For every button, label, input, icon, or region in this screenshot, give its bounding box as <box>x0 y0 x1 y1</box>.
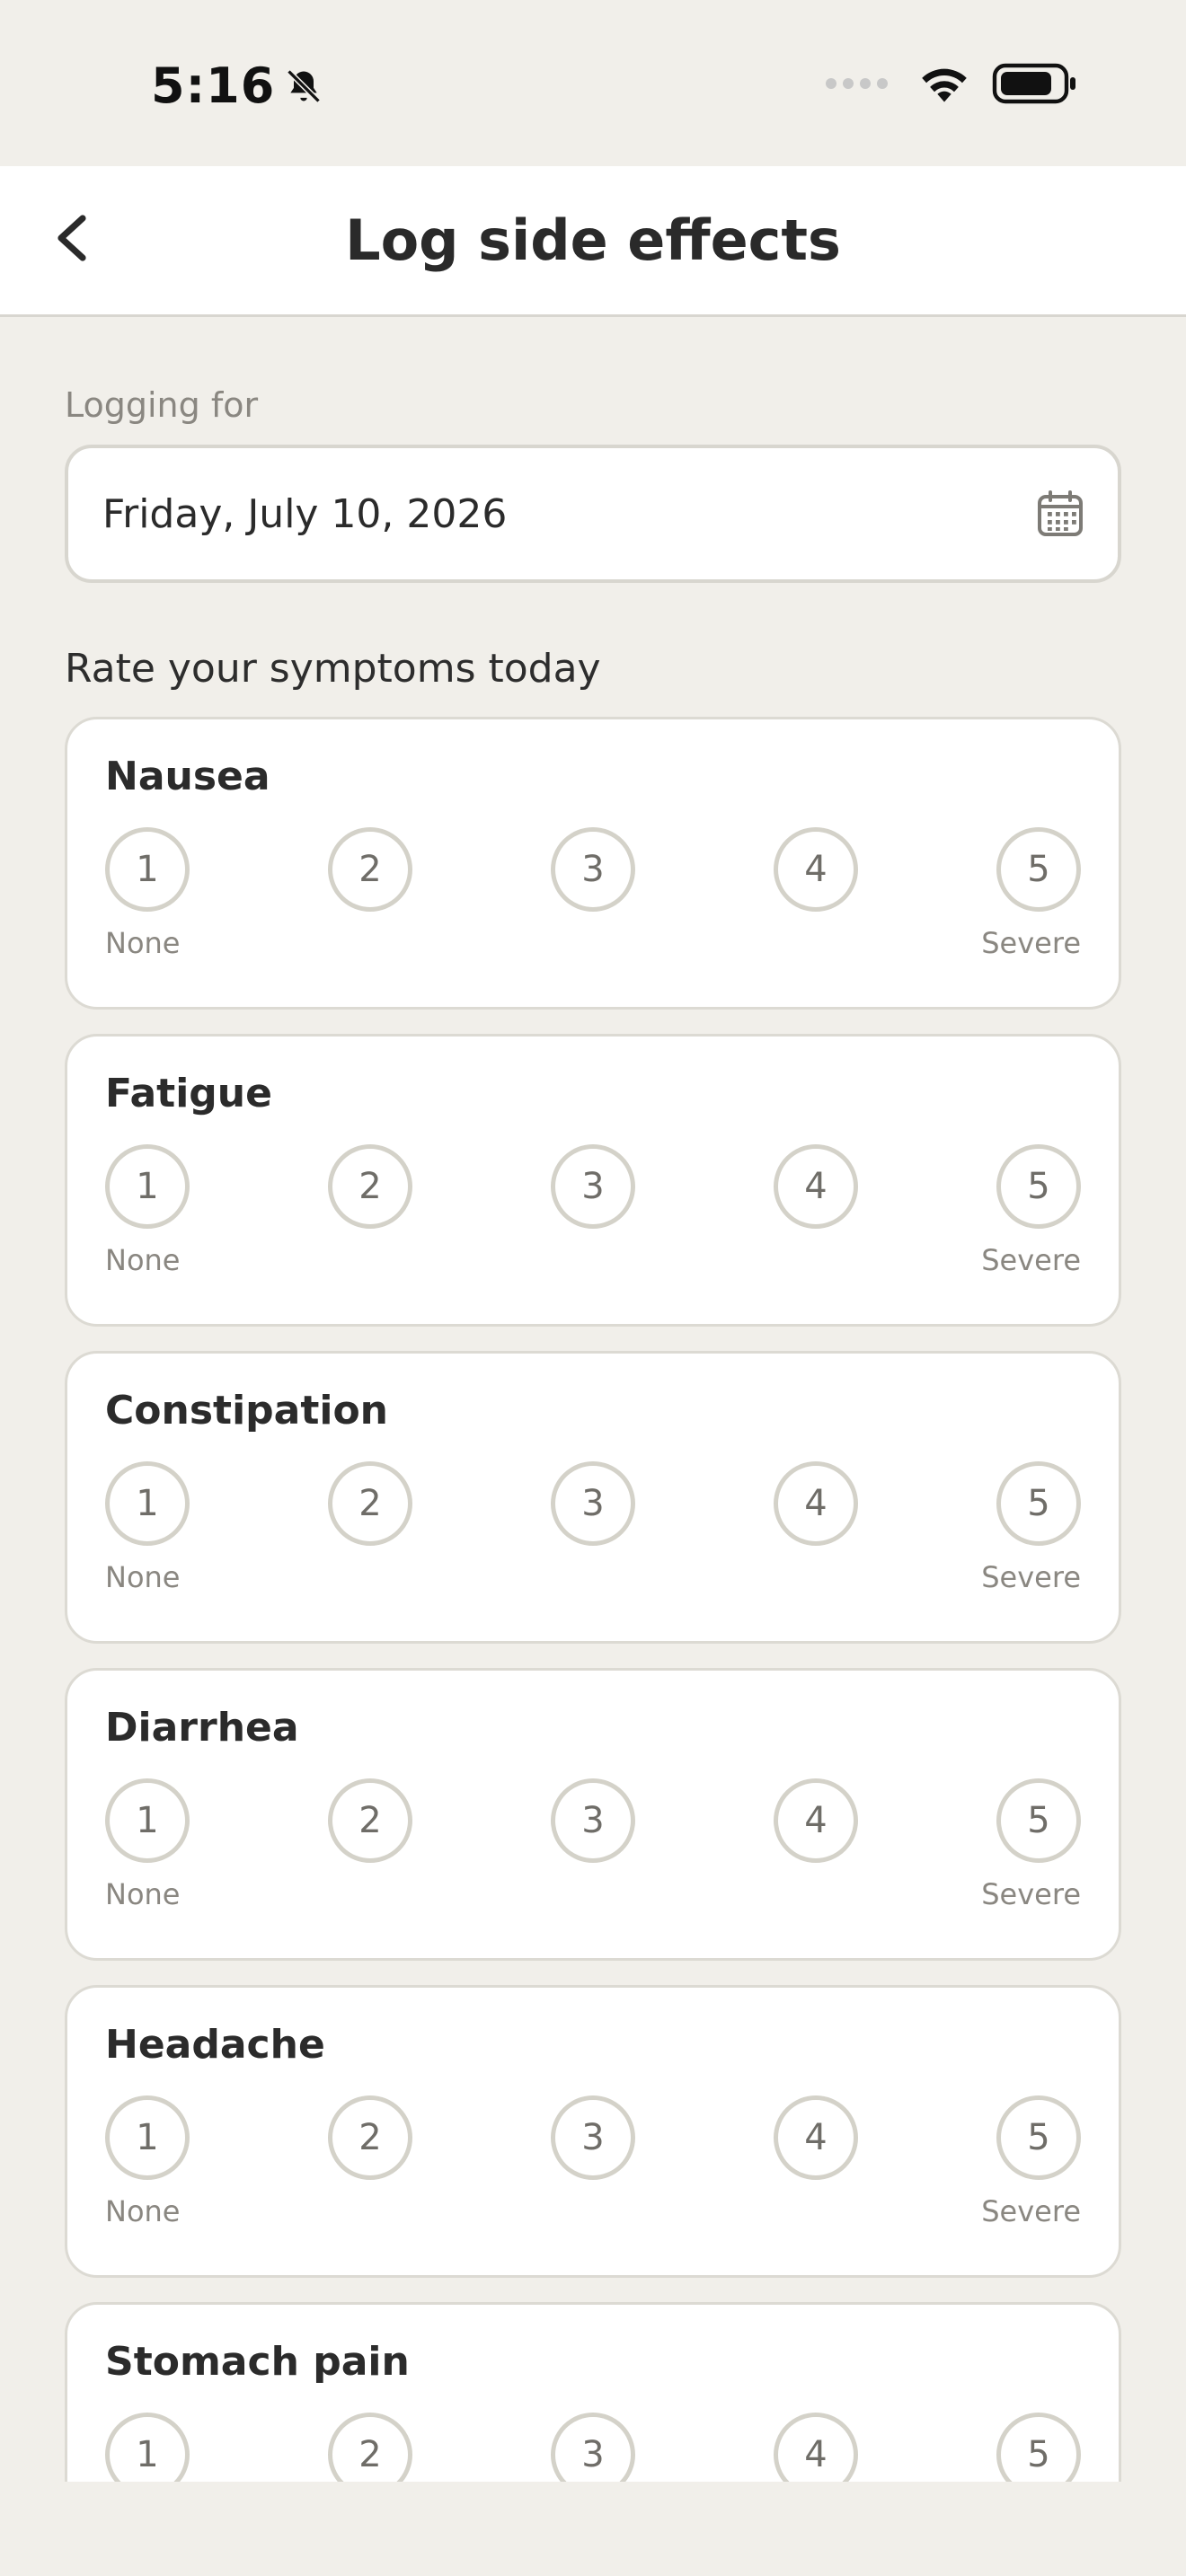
scale-high-label: Severe <box>981 1243 1081 1277</box>
section-title: Rate your symptoms today <box>65 646 601 692</box>
scale-low-label: None <box>105 1560 181 1594</box>
rating-option-3[interactable]: 3 <box>551 1144 635 1229</box>
bottom-safe-area <box>0 2482 1186 2576</box>
symptom-card-nausea: Nausea 1 2 3 4 5 None Severe <box>65 717 1121 1010</box>
scale-high-label: Severe <box>981 1560 1081 1594</box>
symptom-card-fatigue: Fatigue 1 2 3 4 5 None Severe <box>65 1034 1121 1327</box>
rating-option-5[interactable]: 5 <box>996 2095 1081 2180</box>
rating-option-4[interactable]: 4 <box>774 1778 858 1863</box>
scale-high-label: Severe <box>981 2194 1081 2228</box>
bell-slash-icon <box>287 68 322 103</box>
rating-option-1[interactable]: 1 <box>105 827 190 912</box>
top-app-bar: Log side effects <box>0 166 1186 317</box>
rating-option-2[interactable]: 2 <box>328 2095 412 2180</box>
rating-option-5[interactable]: 5 <box>996 1778 1081 1863</box>
scale-high-label: Severe <box>981 926 1081 960</box>
rating-option-3[interactable]: 3 <box>551 827 635 912</box>
rating-option-2[interactable]: 2 <box>328 2413 412 2482</box>
wifi-icon <box>922 68 967 102</box>
scale-low-label: None <box>105 1877 181 1911</box>
scale-low-label: None <box>105 2194 181 2228</box>
scale-high-label: Severe <box>981 1877 1081 1911</box>
rating-option-5[interactable]: 5 <box>996 1461 1081 1546</box>
symptom-name: Nausea <box>105 754 270 799</box>
symptom-card-constipation: Constipation 1 2 3 4 5 None Severe <box>65 1351 1121 1644</box>
rating-option-4[interactable]: 4 <box>774 1144 858 1229</box>
symptom-name: Stomach pain <box>105 2339 410 2385</box>
rating-row: 1 2 3 4 5 <box>105 1778 1081 1863</box>
symptom-card-stomach-pain: Stomach pain 1 2 3 4 5 None Severe <box>65 2302 1121 2482</box>
date-picker-field[interactable]: Friday, July 10, 2026 <box>65 445 1121 583</box>
scale-labels: None Severe <box>105 1560 1081 1594</box>
status-icons <box>826 63 1078 104</box>
signal-dots-icon <box>826 78 888 89</box>
scale-labels: None Severe <box>105 926 1081 960</box>
status-time: 5:16 <box>151 57 323 114</box>
symptom-name: Fatigue <box>105 1071 272 1116</box>
symptom-card-headache: Headache 1 2 3 4 5 None Severe <box>65 1985 1121 2278</box>
rating-option-3[interactable]: 3 <box>551 1778 635 1863</box>
symptom-name: Diarrhea <box>105 1705 299 1751</box>
rating-option-3[interactable]: 3 <box>551 2095 635 2180</box>
rating-option-3[interactable]: 3 <box>551 2413 635 2482</box>
rating-option-1[interactable]: 1 <box>105 1461 190 1546</box>
rating-row: 1 2 3 4 5 <box>105 2095 1081 2180</box>
scale-labels: None Severe <box>105 1243 1081 1277</box>
rating-option-3[interactable]: 3 <box>551 1461 635 1546</box>
rating-option-2[interactable]: 2 <box>328 1778 412 1863</box>
scale-labels: None Severe <box>105 1877 1081 1911</box>
rating-option-4[interactable]: 4 <box>774 2095 858 2180</box>
rating-option-5[interactable]: 5 <box>996 2413 1081 2482</box>
rating-option-5[interactable]: 5 <box>996 827 1081 912</box>
rating-row: 1 2 3 4 5 <box>105 827 1081 912</box>
calendar-icon <box>1038 490 1083 536</box>
scale-labels: None Severe <box>105 2194 1081 2228</box>
symptom-name: Headache <box>105 2022 325 2068</box>
status-time-text: 5:16 <box>151 57 276 114</box>
rating-option-4[interactable]: 4 <box>774 827 858 912</box>
rating-row: 1 2 3 4 5 <box>105 1461 1081 1546</box>
scale-low-label: None <box>105 926 181 960</box>
rating-option-1[interactable]: 1 <box>105 2095 190 2180</box>
rating-option-1[interactable]: 1 <box>105 1144 190 1229</box>
rating-option-2[interactable]: 2 <box>328 827 412 912</box>
rating-row: 1 2 3 4 5 <box>105 2413 1081 2482</box>
logging-for-label: Logging for <box>65 385 259 425</box>
rating-option-2[interactable]: 2 <box>328 1144 412 1229</box>
rating-option-2[interactable]: 2 <box>328 1461 412 1546</box>
rating-row: 1 2 3 4 5 <box>105 1144 1081 1229</box>
symptom-list: Nausea 1 2 3 4 5 None Severe Fatigue 1 2… <box>65 717 1121 2482</box>
status-bar: 5:16 <box>0 0 1186 166</box>
symptom-name: Constipation <box>105 1388 389 1434</box>
symptom-card-diarrhea: Diarrhea 1 2 3 4 5 None Severe <box>65 1668 1121 1961</box>
rating-option-5[interactable]: 5 <box>996 1144 1081 1229</box>
rating-option-4[interactable]: 4 <box>774 2413 858 2482</box>
main-content: Logging for Friday, July 10, 2026 Rate y… <box>65 317 1121 2482</box>
rating-option-1[interactable]: 1 <box>105 2413 190 2482</box>
scale-low-label: None <box>105 1243 181 1277</box>
battery-icon <box>992 63 1075 104</box>
rating-option-1[interactable]: 1 <box>105 1778 190 1863</box>
date-value: Friday, July 10, 2026 <box>102 490 508 537</box>
page-title: Log side effects <box>345 207 841 273</box>
rating-option-4[interactable]: 4 <box>774 1461 858 1546</box>
